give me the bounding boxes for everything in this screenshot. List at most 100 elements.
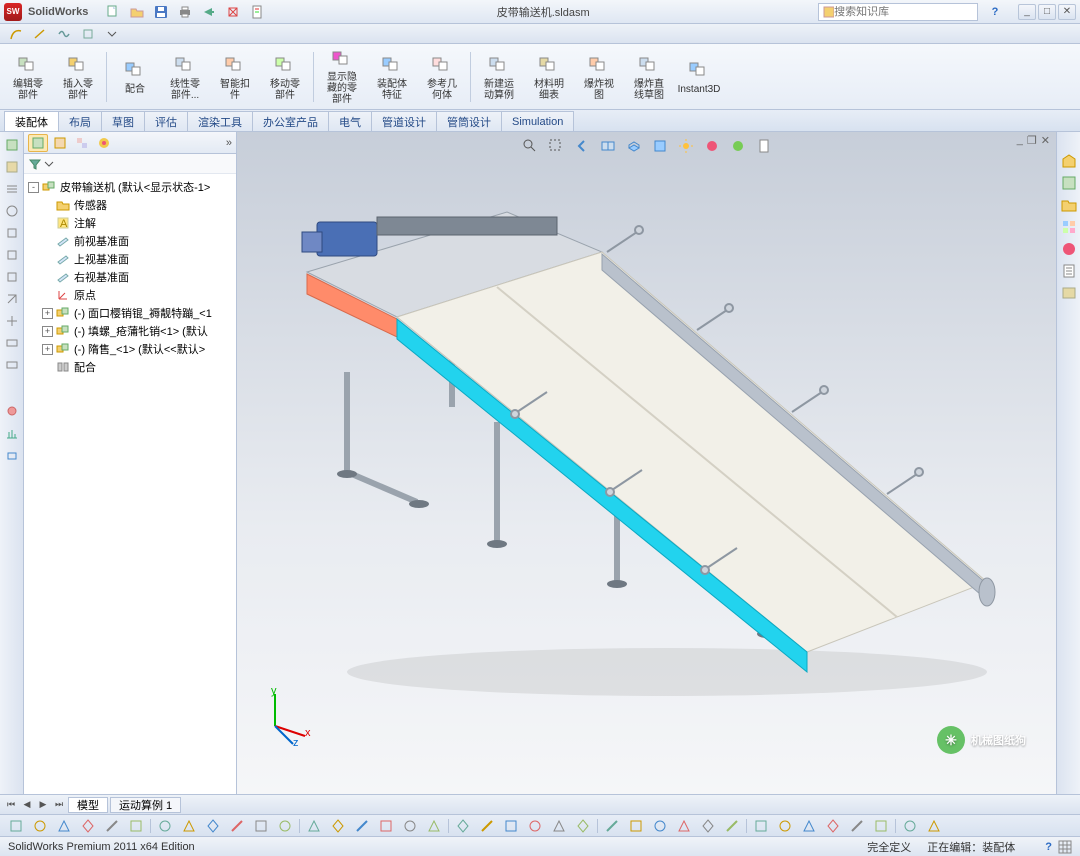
config-tab[interactable] <box>72 134 92 152</box>
hide-show-icon[interactable] <box>675 136 697 156</box>
ribbon-btn-12[interactable]: 爆炸直 线草图 <box>625 47 673 107</box>
ribbon-btn-5[interactable]: 移动零 部件 <box>261 47 309 107</box>
command-tab-4[interactable]: 渲染工具 <box>187 111 253 131</box>
minimize-button[interactable]: _ <box>1018 4 1036 20</box>
command-tab-6[interactable]: 电气 <box>328 111 372 131</box>
bottom-tool-37[interactable] <box>924 817 944 835</box>
bottom-tool-3[interactable] <box>78 817 98 835</box>
bottom-tool-18[interactable] <box>453 817 473 835</box>
bottom-tool-32[interactable] <box>799 817 819 835</box>
search-input[interactable] <box>834 6 973 18</box>
dropdown-icon[interactable] <box>44 159 54 169</box>
ribbon-btn-10[interactable]: 材料明 细表 <box>525 47 573 107</box>
vt-icon-11[interactable] <box>3 356 21 374</box>
bottom-tool-5[interactable] <box>126 817 146 835</box>
vt-icon-2[interactable] <box>3 158 21 176</box>
vt-icon-4[interactable] <box>3 202 21 220</box>
tree-node-6[interactable]: +(-) 面口樱销锟_褥靓特蹦_<1 <box>26 304 234 322</box>
mdi-restore[interactable]: ❐ <box>1027 134 1037 147</box>
expand-icon[interactable]: + <box>42 326 53 337</box>
filter-icon[interactable] <box>28 157 42 171</box>
ribbon-btn-4[interactable]: 智能扣 件 <box>211 47 259 107</box>
appearance-icon[interactable] <box>701 136 723 156</box>
tree-node-4[interactable]: 右视基准面 <box>26 268 234 286</box>
new-file-icon[interactable] <box>102 2 124 22</box>
view-palette-icon[interactable] <box>1060 218 1078 236</box>
bottom-tool-2[interactable] <box>54 817 74 835</box>
vt-icon-5[interactable] <box>3 224 21 242</box>
command-tab-1[interactable]: 布局 <box>58 111 102 131</box>
task-icon[interactable] <box>1060 284 1078 302</box>
bottom-tool-28[interactable] <box>698 817 718 835</box>
rebuild-icon[interactable] <box>222 2 244 22</box>
ribbon-btn-7[interactable]: 装配体 特征 <box>368 47 416 107</box>
bottom-tool-24[interactable] <box>602 817 622 835</box>
vt-icon-12[interactable] <box>3 402 21 420</box>
vt-icon-13[interactable] <box>3 424 21 442</box>
tab-first-icon[interactable]: ⏮ <box>4 798 18 812</box>
vt-icon-10[interactable] <box>3 334 21 352</box>
status-grid-icon[interactable] <box>1058 840 1072 854</box>
bottom-tool-4[interactable] <box>102 817 122 835</box>
bottom-tool-25[interactable] <box>626 817 646 835</box>
bottom-tool-23[interactable] <box>573 817 593 835</box>
zoom-area-icon[interactable] <box>545 136 567 156</box>
ribbon-btn-9[interactable]: 新建运 动算例 <box>475 47 523 107</box>
bottom-tool-9[interactable] <box>227 817 247 835</box>
vt-icon-9[interactable] <box>3 312 21 330</box>
command-tab-8[interactable]: 管筒设计 <box>436 111 502 131</box>
bottom-tool-14[interactable] <box>352 817 372 835</box>
vt-icon-7[interactable] <box>3 268 21 286</box>
ribbon-btn-1[interactable]: 插入零 部件 <box>54 47 102 107</box>
open-file-icon[interactable] <box>126 2 148 22</box>
tree-node-2[interactable]: 前视基准面 <box>26 232 234 250</box>
bottom-tool-30[interactable] <box>751 817 771 835</box>
chevron-down-icon[interactable] <box>104 26 120 42</box>
bottom-tool-22[interactable] <box>549 817 569 835</box>
ribbon-btn-11[interactable]: 爆炸视 图 <box>575 47 623 107</box>
bottom-tool-1[interactable] <box>30 817 50 835</box>
ribbon-btn-8[interactable]: 参考几 何体 <box>418 47 466 107</box>
display-tab[interactable] <box>94 134 114 152</box>
bottom-tool-15[interactable] <box>376 817 396 835</box>
bottom-tool-7[interactable] <box>179 817 199 835</box>
file-explorer-icon[interactable] <box>1060 196 1078 214</box>
vt-icon-8[interactable] <box>3 290 21 308</box>
scene-icon[interactable] <box>727 136 749 156</box>
command-tab-2[interactable]: 草图 <box>101 111 145 131</box>
bottom-tool-16[interactable] <box>400 817 420 835</box>
tree-node-0[interactable]: 传感器 <box>26 196 234 214</box>
display-style-icon[interactable] <box>649 136 671 156</box>
ribbon-btn-13[interactable]: Instant3D <box>675 47 723 107</box>
tab-prev-icon[interactable]: ◀ <box>20 798 34 812</box>
print-icon[interactable] <box>174 2 196 22</box>
tree-root[interactable]: - 皮带输送机 (默认<显示状态-1> <box>26 178 234 196</box>
bottom-tool-20[interactable] <box>501 817 521 835</box>
bottom-tool-12[interactable] <box>304 817 324 835</box>
options-icon[interactable] <box>246 2 268 22</box>
save-icon[interactable] <box>150 2 172 22</box>
command-tab-5[interactable]: 办公室产品 <box>252 111 329 131</box>
bottom-tool-33[interactable] <box>823 817 843 835</box>
bottom-tool-17[interactable] <box>424 817 444 835</box>
misc-icon[interactable] <box>80 26 96 42</box>
bottom-tool-13[interactable] <box>328 817 348 835</box>
help-icon[interactable]: ? <box>984 2 1006 22</box>
tab-next-icon[interactable]: ▶ <box>36 798 50 812</box>
bottom-tool-0[interactable] <box>6 817 26 835</box>
appearances-icon[interactable] <box>1060 240 1078 258</box>
tree-node-8[interactable]: +(-) 隋售_<1> (默认<<默认> <box>26 340 234 358</box>
bottom-tool-31[interactable] <box>775 817 795 835</box>
ribbon-btn-0[interactable]: 编辑零 部件 <box>4 47 52 107</box>
mdi-close[interactable]: ✕ <box>1041 134 1050 147</box>
vt-icon-14[interactable] <box>3 446 21 464</box>
tree-node-5[interactable]: 原点 <box>26 286 234 304</box>
graphics-viewport[interactable]: _ ❐ ✕ <box>237 132 1056 794</box>
bottom-tool-19[interactable] <box>477 817 497 835</box>
bottom-tool-8[interactable] <box>203 817 223 835</box>
bottom-tool-26[interactable] <box>650 817 670 835</box>
custom-props-icon[interactable] <box>1060 262 1078 280</box>
ribbon-btn-3[interactable]: 线性零 部件... <box>161 47 209 107</box>
tab-last-icon[interactable]: ⏭ <box>52 798 66 812</box>
bottom-tool-27[interactable] <box>674 817 694 835</box>
